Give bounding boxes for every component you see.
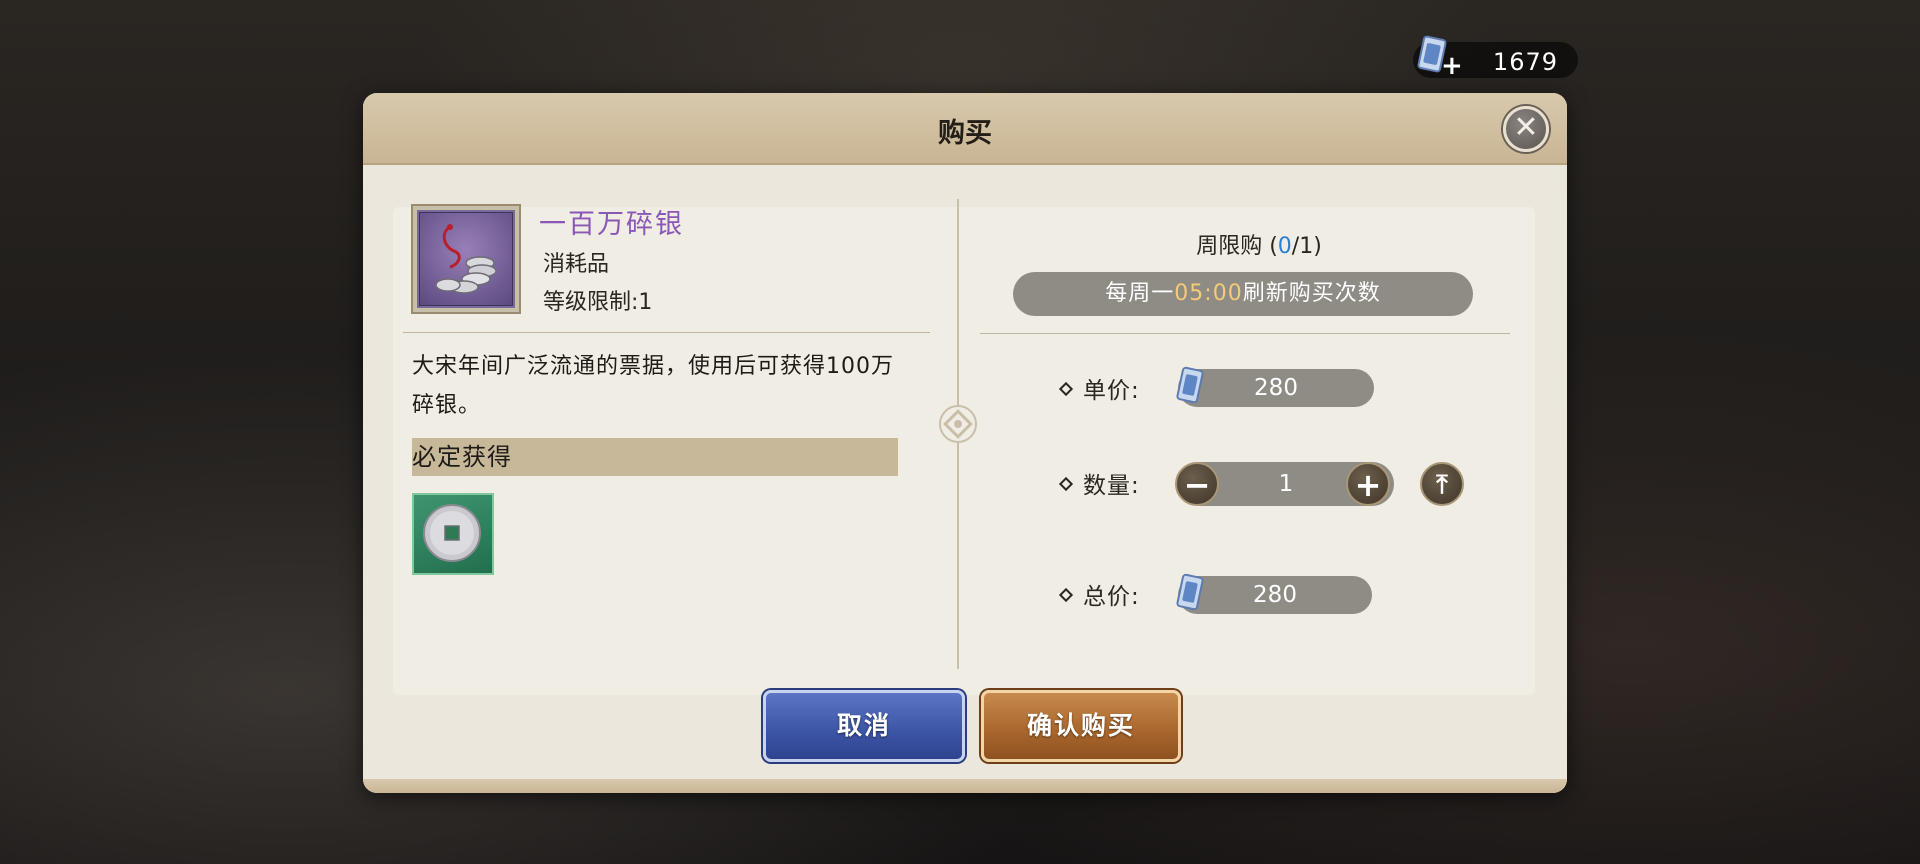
confirm-purchase-button[interactable]: 确认购买 [981, 690, 1181, 762]
weekly-limit: 周限购 (0/1) [959, 228, 1559, 260]
item-type: 消耗品 [543, 252, 610, 277]
ticket-icon [1172, 365, 1208, 421]
reward-item[interactable] [412, 493, 494, 575]
decrease-button[interactable]: − [1175, 462, 1219, 506]
max-quantity-button[interactable]: ⤒ [1420, 462, 1464, 506]
dialog-title: 购买 [938, 118, 992, 149]
quantity-label: 数量: [1058, 466, 1140, 500]
limit-max: 1 [1299, 234, 1314, 259]
limit-label: 周限购 ( [1196, 234, 1278, 259]
right-divider [980, 333, 1510, 334]
must-get-header: 必定获得 [412, 438, 898, 476]
dialog-header: 购买 ✕ [363, 93, 1567, 165]
cancel-button[interactable]: 取消 [763, 690, 965, 762]
refresh-prefix: 每周一 [1105, 281, 1175, 306]
total-price-value: 280 [1253, 582, 1297, 608]
refresh-info: 每周一05:00刷新购买次数 [1013, 272, 1473, 316]
item-description: 大宋年间广泛流通的票据，使用后可获得100万碎银。 [412, 354, 894, 418]
currency-value: 1679 [1492, 48, 1558, 76]
diamond-bullet-icon [1058, 476, 1074, 491]
total-price-field: 280 [1176, 573, 1372, 614]
item-level-limit: 等级限制:1 [543, 290, 653, 315]
add-currency-icon[interactable]: + [1441, 53, 1463, 79]
quantity-value[interactable]: 1 [1279, 471, 1294, 497]
limit-current: 0 [1277, 234, 1292, 259]
silver-coins-icon [435, 224, 497, 294]
dialog-footer-strip [363, 779, 1567, 793]
item-name: 一百万碎银 [539, 209, 684, 240]
refresh-suffix: 刷新购买次数 [1242, 281, 1381, 306]
unit-price-label: 单价: [1058, 371, 1140, 405]
item-icon-frame [411, 204, 521, 314]
silver-coin-icon [423, 504, 481, 562]
increase-button[interactable]: + [1346, 462, 1390, 506]
currency-display[interactable]: + 1679 [1413, 35, 1578, 79]
unit-price-value: 280 [1254, 375, 1298, 401]
total-price-label: 总价: [1058, 577, 1140, 611]
left-divider [403, 332, 930, 333]
ticket-icon [1172, 572, 1208, 628]
limit-close: ) [1313, 234, 1322, 259]
diamond-bullet-icon [1058, 381, 1074, 396]
refresh-time: 05:00 [1174, 281, 1243, 306]
diamond-bullet-icon [1058, 587, 1074, 602]
close-icon[interactable]: ✕ [1503, 106, 1549, 152]
purchase-dialog: 购买 ✕ 一百万碎银 消耗品 等级限制:1 大宋年间广泛流通的票据，使用后可获得… [363, 93, 1567, 793]
ornament-icon [937, 403, 979, 445]
unit-price-field: 280 [1176, 366, 1374, 407]
